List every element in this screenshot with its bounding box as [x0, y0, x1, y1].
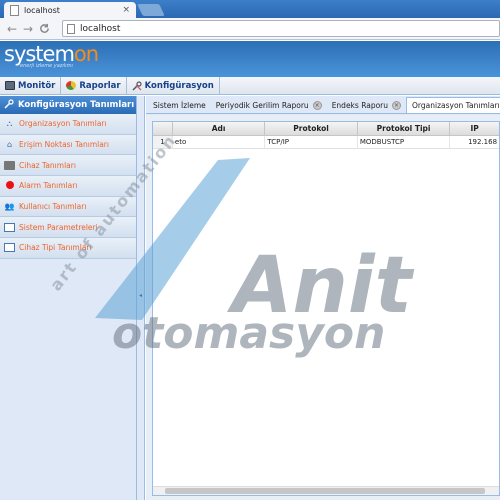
forward-icon[interactable]: → [20, 21, 36, 37]
nav-item-label: Alarm Tanımları [19, 181, 78, 191]
content-area: Sistem İzleme Periyodik Gerilim Raporu ×… [146, 96, 500, 500]
window-icon [4, 243, 15, 253]
tab-system-monitoring[interactable]: Sistem İzleme [148, 97, 211, 113]
systemon-logo: systemon enerji izleme yazılımı [4, 42, 99, 69]
back-icon[interactable]: ← [4, 21, 20, 37]
device-icon [4, 160, 15, 170]
cell-protocol: TCP/IP [265, 136, 358, 148]
browser-toolbar: ← → [0, 18, 500, 40]
browser-tab[interactable]: localhost × [4, 2, 136, 18]
nav-item-devices[interactable]: Cihaz Tanımları [0, 155, 136, 177]
tools-icon [132, 81, 142, 91]
cell-name: eto [173, 136, 266, 148]
tab-close-icon[interactable]: × [312, 100, 322, 110]
cell-protocol-type: MODBUSTCP [358, 136, 451, 148]
grid-header: Adı Protokol Protokol Tipi IP [153, 122, 499, 136]
table-row[interactable]: 1 eto TCP/IP MODBUSTCP 192.168 [153, 136, 499, 149]
users-icon: 👥 [4, 202, 15, 212]
nav-item-system-parameters[interactable]: Sistem Parametreleri [0, 217, 136, 239]
panel-splitter[interactable]: ◂ [137, 96, 145, 500]
tab-label: Organizasyon Tanımları [412, 101, 500, 110]
nav-item-alarms[interactable]: Alarm Tanımları [0, 176, 136, 197]
menu-configuration-label: Konfigürasyon [144, 80, 214, 91]
reload-icon[interactable] [36, 21, 52, 37]
horizontal-scrollbar[interactable] [153, 486, 499, 495]
browser-tab-title: localhost [24, 5, 60, 15]
content-tabbar: Sistem İzleme Periyodik Gerilim Raporu ×… [146, 96, 500, 114]
tab-label: Periyodik Gerilim Raporu [215, 100, 309, 110]
new-tab-button[interactable] [137, 4, 165, 16]
tab-label: Endeks Raporu [331, 100, 389, 110]
organization-grid: Adı Protokol Protokol Tipi IP 1 eto TCP/… [152, 121, 500, 496]
menu-reports[interactable]: Raporlar [61, 76, 127, 95]
content-body: Adı Protokol Protokol Tipi IP 1 eto TCP/… [146, 115, 500, 500]
collapse-arrow-icon[interactable]: ◂ [139, 292, 142, 299]
menu-reports-label: Raporlar [79, 80, 121, 91]
browser-tabstrip: localhost × [0, 0, 500, 18]
nav-item-organization[interactable]: ⛬ Organizasyon Tanımları [0, 114, 136, 135]
window-icon [4, 222, 15, 232]
tab-close-icon[interactable]: × [392, 100, 402, 110]
address-bar[interactable] [62, 20, 500, 37]
config-panel-header: Konfigürasyon Tanımları [0, 96, 136, 114]
column-header-rownum[interactable] [153, 122, 173, 135]
page-favicon-icon [10, 4, 19, 16]
url-input[interactable] [80, 23, 460, 34]
logo-accent: on [73, 42, 99, 66]
tab-label: Sistem İzleme [153, 100, 206, 110]
alarm-icon [4, 181, 15, 190]
config-panel: Konfigürasyon Tanımları ⛬ Organizasyon T… [0, 96, 137, 500]
tab-close-icon[interactable]: × [122, 5, 130, 15]
nav-item-access-points[interactable]: ⌂ Erişim Noktası Tanımları [0, 134, 136, 156]
column-header-name[interactable]: Adı [173, 122, 266, 135]
reports-icon [66, 81, 77, 90]
nav-item-label: Organizasyon Tanımları [19, 119, 107, 129]
organization-icon: ⛬ [6, 119, 13, 129]
menu-configuration[interactable]: Konfigürasyon [127, 76, 220, 95]
access-point-icon: ⌂ [6, 140, 13, 150]
nav-item-label: Erişim Noktası Tanımları [19, 140, 109, 150]
menu-monitor[interactable]: Monitör [0, 76, 62, 95]
nav-item-device-types[interactable]: Cihaz Tipi Tanımları [0, 238, 136, 259]
main-menu: Monitör Raporlar Konfigürasyon [0, 76, 500, 95]
nav-item-label: Sistem Parametreleri [19, 222, 98, 232]
column-header-ip[interactable]: IP [450, 122, 499, 135]
tab-index-report[interactable]: Endeks Raporu × [327, 97, 406, 113]
scrollbar-thumb[interactable] [165, 488, 485, 494]
monitor-icon [5, 81, 15, 90]
nav-item-label: Cihaz Tipi Tanımları [19, 243, 92, 253]
app-header: systemon enerji izleme yazılımı [0, 41, 500, 77]
tab-periodic-voltage-report[interactable]: Periyodik Gerilim Raporu × [211, 97, 327, 113]
cell-rownum: 1 [153, 136, 173, 148]
column-header-protocol-type[interactable]: Protokol Tipi [358, 122, 451, 135]
page-icon [67, 23, 75, 34]
cell-ip: 192.168 [468, 138, 498, 146]
tools-icon [4, 98, 14, 112]
tab-organization-definitions[interactable]: Organizasyon Tanımları × [406, 97, 500, 113]
menu-monitor-label: Monitör [18, 80, 56, 91]
nav-item-label: Cihaz Tanımları [19, 160, 76, 170]
config-panel-title: Konfigürasyon Tanımları [18, 100, 135, 110]
nav-item-users[interactable]: 👥 Kullanıcı Tanımları [0, 196, 136, 218]
column-header-protocol[interactable]: Protokol [265, 122, 358, 135]
nav-item-label: Kullanıcı Tanımları [19, 202, 87, 212]
